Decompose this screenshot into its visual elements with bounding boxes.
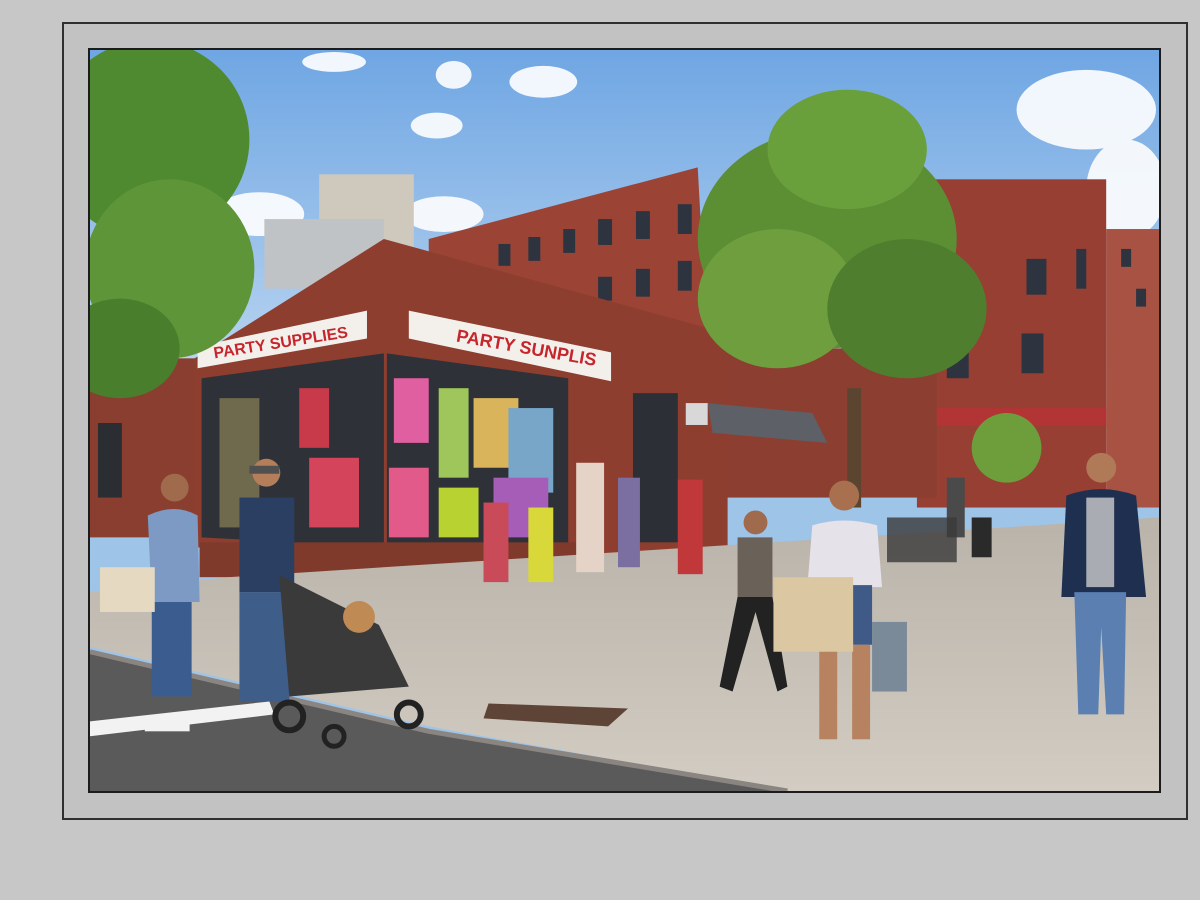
left-window (97, 422, 122, 498)
street-scene: PARTY SUPPLIES PARTY SUNPLIS (90, 50, 1159, 791)
air-conditioner (685, 403, 708, 425)
small-tree-far (971, 413, 1042, 483)
trash-can (971, 517, 992, 558)
cafe-tables (887, 517, 957, 563)
street-photo: PARTY SUPPLIES PARTY SUNPLIS (88, 48, 1161, 793)
